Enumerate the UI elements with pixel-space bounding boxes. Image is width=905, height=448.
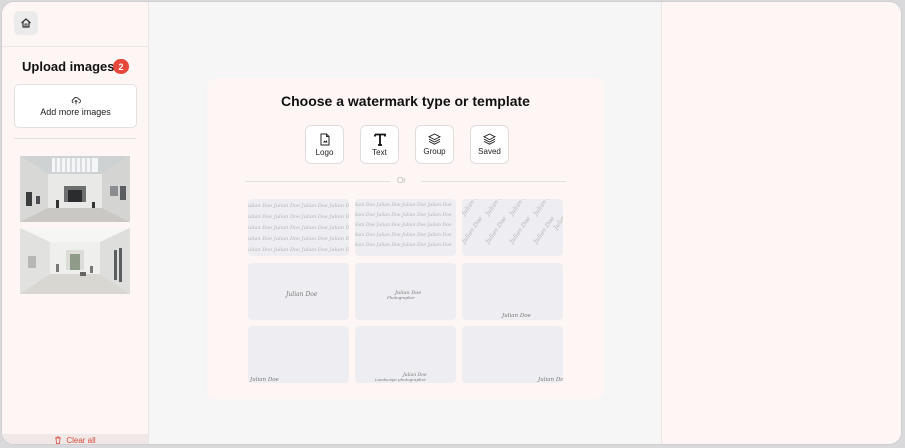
app-window: Upload images 2 Add more images Clear al… [2,2,901,444]
sidebar: Upload images 2 Add more images Clear al… [2,2,149,444]
svg-text:Julian Doe Julian Doe Julian D: Julian Doe Julian Doe Julian Doe Julian … [355,222,452,228]
text-type-label: Text [372,147,387,157]
right-panel [661,2,901,444]
svg-text:Julian Doe: Julian Doe [284,291,318,298]
text-type-button[interactable]: Text [360,125,399,164]
file-image-icon [320,133,329,145]
svg-text:Julian Doe Julian Doe Julian D: Julian Doe Julian Doe Julian Doe Julian … [248,225,349,231]
svg-text:Julian Doe: Julian Doe [551,201,563,233]
template-tile-tiled-text[interactable]: Julian Doe Julian Doe Julian Doe Julian … [248,199,349,256]
svg-text:Julian Doe: Julian Doe [483,215,508,247]
group-type-label: Group [423,147,446,156]
template-tile-diagonal-text[interactable]: Julian Doe Julian Doe Julian Doe Julian … [462,199,563,256]
saved-type-label: Saved [478,147,501,156]
template-tile-bottom-right-two-line[interactable]: Julian Doe Landscape photographer [355,326,456,383]
svg-text:Julian Doe Julian Doe Julian D: Julian Doe Julian Doe Julian Doe Julian … [355,202,452,208]
trash-icon [55,436,62,444]
image-count-badge: 2 [113,59,129,74]
divider [421,181,566,182]
svg-text:Landscape photographer: Landscape photographer [374,377,427,382]
logo-type-label: Logo [315,147,334,157]
divider [245,181,390,182]
saved-layers-icon [483,133,496,145]
template-tile-center-signature[interactable]: Julian Doe [248,263,349,320]
svg-text:Julian Doe: Julian Doe [531,215,556,247]
svg-text:Julian Doe: Julian Doe [501,313,532,319]
template-tile-bottom-right[interactable]: Julian Doe [462,263,563,320]
svg-text:Julian Doe Julian Doe Julian D: Julian Doe Julian Doe Julian Doe Julian … [248,236,349,242]
svg-text:Julian Doe: Julian Doe [537,377,563,383]
svg-text:Julian Doe: Julian Doe [249,377,280,383]
template-tile-tiled-text-small[interactable]: Julian Doe Julian Doe Julian Doe Julian … [355,199,456,256]
svg-text:Julian Doe: Julian Doe [531,199,556,219]
clear-all-label: Clear all [66,435,96,445]
clear-all-button[interactable]: Clear all [2,434,148,444]
svg-text:Julian Doe Julian Doe Julian D: Julian Doe Julian Doe Julian Doe Julian … [355,232,452,238]
uploaded-image-thumbnail[interactable] [20,156,130,222]
saved-type-button[interactable]: Saved [470,125,509,164]
svg-text:Julian Doe Julian Doe Julian D: Julian Doe Julian Doe Julian Doe Julian … [355,212,452,218]
svg-text:Julian Doe Julian Doe Julian D: Julian Doe Julian Doe Julian Doe Julian … [248,214,349,220]
cloud-upload-icon [71,96,81,104]
page-title: Choose a watermark type or template [281,93,530,109]
divider [14,138,136,139]
svg-text:Julian Doe: Julian Doe [462,215,484,247]
svg-text:Photographer: Photographer [386,295,416,300]
group-type-button[interactable]: Group [415,125,454,164]
logo-type-button[interactable]: Logo [305,125,344,164]
text-t-icon [373,133,386,146]
svg-text:Julian Doe Julian Doe Julian D: Julian Doe Julian Doe Julian Doe Julian … [248,203,349,209]
or-separator: Or [397,176,406,185]
svg-text:Julian Doe Julian Doe Julian D: Julian Doe Julian Doe Julian Doe Julian … [248,247,349,253]
template-tile-bottom-left[interactable]: Julian Doe [248,326,349,383]
svg-text:Julian Doe: Julian Doe [462,199,484,219]
watermark-chooser-card: Choose a watermark type or template Logo… [207,78,604,399]
home-icon [21,18,31,28]
svg-text:Julian Doe: Julian Doe [507,199,532,219]
svg-text:Julian Doe: Julian Doe [507,215,532,247]
divider [2,46,148,47]
layers-icon [428,133,441,145]
svg-text:Julian Doe: Julian Doe [483,199,508,219]
svg-text:Julian Doe Julian Doe Julian D: Julian Doe Julian Doe Julian Doe Julian … [355,242,452,248]
add-more-images-label: Add more images [40,106,111,117]
uploaded-image-thumbnail[interactable] [20,228,130,294]
home-button[interactable] [14,11,38,35]
template-tile-bottom-right-small[interactable]: Julian Doe [462,326,563,383]
upload-images-title: Upload images [22,59,115,74]
template-tile-center-two-line[interactable]: Julian Doe Photographer [355,263,456,320]
add-more-images-button[interactable]: Add more images [14,84,137,128]
